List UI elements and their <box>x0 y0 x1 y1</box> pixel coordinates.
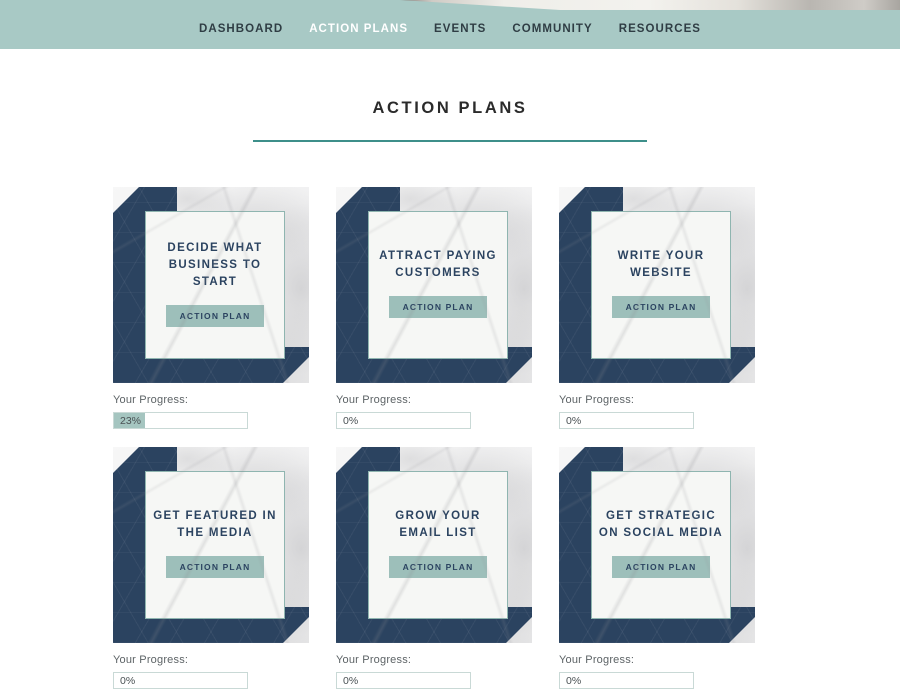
action-plan-button[interactable]: ACTION PLAN <box>165 304 265 327</box>
title-divider <box>253 140 647 142</box>
card-inner-panel: GET FEATURED IN THE MEDIA ACTION PLAN <box>145 471 285 619</box>
card-tile-image[interactable]: GET FEATURED IN THE MEDIA ACTION PLAN <box>113 447 309 643</box>
card-tile-image[interactable]: DECIDE WHAT BUSINESS TO START ACTION PLA… <box>113 187 309 383</box>
card-tile-image[interactable]: WRITE YOUR WEBSITE ACTION PLAN <box>559 187 755 383</box>
progress-bar: 0% <box>336 672 471 689</box>
header-photo-strip <box>0 0 900 10</box>
progress-bar: 0% <box>336 412 471 429</box>
action-plan-button[interactable]: ACTION PLAN <box>165 556 265 578</box>
card-inner-panel: DECIDE WHAT BUSINESS TO START ACTION PLA… <box>145 211 285 359</box>
header-sage-wedge <box>0 0 560 10</box>
progress-value: 0% <box>566 675 582 687</box>
page-title: ACTION PLANS <box>372 99 528 117</box>
progress-bar: 23% <box>113 412 248 429</box>
progress-label: Your Progress: <box>559 394 635 406</box>
progress-value: 23% <box>120 415 142 427</box>
action-plan-button[interactable]: ACTION PLAN <box>388 556 488 578</box>
card-inner-panel: WRITE YOUR WEBSITE ACTION PLAN <box>591 211 731 359</box>
progress-bar: 0% <box>559 672 694 689</box>
main-navigation: DASHBOARD ACTION PLANS EVENTS COMMUNITY … <box>0 10 900 49</box>
card-inner-panel: GET STRATEGIC ON SOCIAL MEDIA ACTION PLA… <box>591 471 731 619</box>
page-header: ACTION PLANS <box>0 49 900 142</box>
card-title: WRITE YOUR WEBSITE <box>617 250 705 279</box>
card-title: GET FEATURED IN THE MEDIA <box>153 510 277 539</box>
progress-bar: 0% <box>113 672 248 689</box>
card-tile-image[interactable]: GROW YOUR EMAIL LIST ACTION PLAN <box>336 447 532 643</box>
progress-label: Your Progress: <box>113 394 189 406</box>
card-title: DECIDE WHAT BUSINESS TO START <box>167 241 263 288</box>
progress-label: Your Progress: <box>113 654 189 666</box>
card-title: GET STRATEGIC ON SOCIAL MEDIA <box>598 510 724 539</box>
card-tile-image[interactable]: ATTRACT PAYING CUSTOMERS ACTION PLAN <box>336 187 532 383</box>
card-inner-panel: GROW YOUR EMAIL LIST ACTION PLAN <box>368 471 508 619</box>
card-inner-panel: ATTRACT PAYING CUSTOMERS ACTION PLAN <box>368 211 508 359</box>
page-root: DASHBOARD ACTION PLANS EVENTS COMMUNITY … <box>0 0 900 689</box>
action-plan-grid: DECIDE WHAT BUSINESS TO START ACTION PLA… <box>113 187 787 689</box>
card-title: GROW YOUR EMAIL LIST <box>395 510 481 539</box>
action-plan-card: DECIDE WHAT BUSINESS TO START ACTION PLA… <box>113 187 309 429</box>
nav-item-events[interactable]: EVENTS <box>421 10 499 49</box>
progress-label: Your Progress: <box>336 654 412 666</box>
nav-item-resources[interactable]: RESOURCES <box>606 10 714 49</box>
progress-value: 0% <box>566 415 582 427</box>
progress-bar: 0% <box>559 412 694 429</box>
action-plan-button[interactable]: ACTION PLAN <box>611 296 711 318</box>
nav-item-action-plans[interactable]: ACTION PLANS <box>296 10 421 49</box>
action-plan-card: ATTRACT PAYING CUSTOMERS ACTION PLAN You… <box>336 187 532 429</box>
action-plan-button[interactable]: ACTION PLAN <box>388 296 488 318</box>
progress-value: 0% <box>120 675 136 687</box>
card-tile-image[interactable]: GET STRATEGIC ON SOCIAL MEDIA ACTION PLA… <box>559 447 755 643</box>
nav-item-dashboard[interactable]: DASHBOARD <box>186 10 296 49</box>
action-plan-card: WRITE YOUR WEBSITE ACTION PLAN Your Prog… <box>559 187 755 429</box>
progress-value: 0% <box>343 675 359 687</box>
nav-item-community[interactable]: COMMUNITY <box>499 10 605 49</box>
action-plan-card: GET FEATURED IN THE MEDIA ACTION PLAN Yo… <box>113 447 309 689</box>
card-title: ATTRACT PAYING CUSTOMERS <box>379 250 497 279</box>
progress-label: Your Progress: <box>336 394 412 406</box>
action-plan-button[interactable]: ACTION PLAN <box>611 556 711 578</box>
progress-label: Your Progress: <box>559 654 635 666</box>
action-plan-card: GROW YOUR EMAIL LIST ACTION PLAN Your Pr… <box>336 447 532 689</box>
action-plan-card: GET STRATEGIC ON SOCIAL MEDIA ACTION PLA… <box>559 447 755 689</box>
progress-value: 0% <box>343 415 359 427</box>
